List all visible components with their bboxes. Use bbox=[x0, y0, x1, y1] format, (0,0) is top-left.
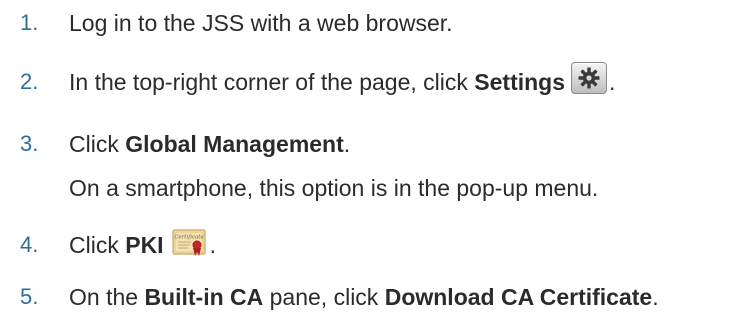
download-ca-certificate-label: Download CA Certificate bbox=[384, 283, 653, 310]
step-text: Log in to the JSS with a web browser. bbox=[69, 10, 453, 37]
step-text: In the top-right corner of the page, cli… bbox=[69, 62, 616, 98]
step-3-prefix: Click bbox=[69, 130, 126, 157]
step-5-prefix: On the bbox=[69, 283, 145, 310]
step-5-middle: pane, click bbox=[263, 283, 385, 310]
built-in-ca-label: Built-in CA bbox=[144, 283, 264, 310]
step-number: 4. bbox=[20, 232, 39, 257]
certificate-icon: Certificate bbox=[171, 229, 206, 257]
step-4-suffix: . bbox=[209, 231, 216, 258]
settings-label: Settings bbox=[474, 68, 566, 95]
step-note: On a smartphone, this option is in the p… bbox=[69, 174, 599, 201]
settings-gear-icon bbox=[571, 62, 608, 94]
step-text: Click Global Management . bbox=[69, 131, 350, 158]
step-text: Click PKI Certificate . bbox=[69, 229, 216, 259]
step-number: 5. bbox=[20, 284, 39, 309]
step-5-suffix: . bbox=[652, 283, 659, 310]
step-1-text: Log in to the JSS with a web browser. bbox=[69, 9, 453, 36]
certificate-icon-label: Certificate bbox=[174, 235, 204, 241]
step-3-suffix: . bbox=[343, 130, 351, 157]
step-number: 2. bbox=[20, 69, 39, 94]
instruction-steps: 1. Log in to the JSS with a web browser.… bbox=[0, 0, 751, 316]
step-2-prefix: In the top-right corner of the page, cli… bbox=[69, 68, 475, 95]
global-management-label: Global Management bbox=[125, 130, 344, 157]
step-text: On the Built-in CA pane, click Download … bbox=[69, 284, 659, 311]
step-4-prefix: Click bbox=[69, 231, 126, 258]
step-number: 3. bbox=[20, 131, 39, 156]
step-2-suffix: . bbox=[609, 68, 616, 95]
pki-label: PKI bbox=[125, 231, 164, 258]
step-number: 1. bbox=[20, 10, 39, 35]
